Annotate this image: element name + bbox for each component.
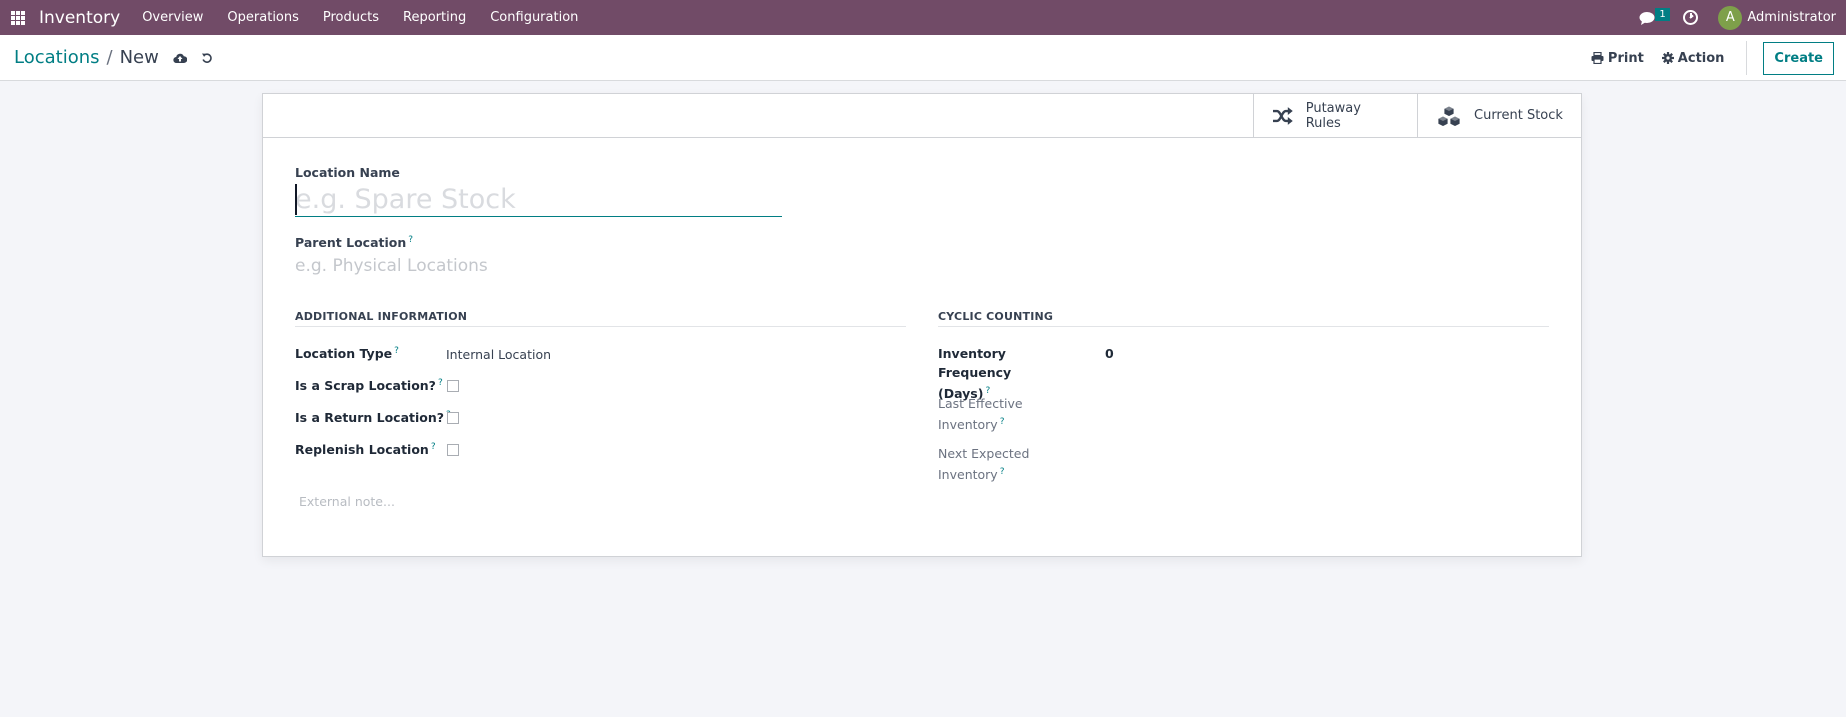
putaway-rules-button[interactable]: Putaway Rules bbox=[1253, 94, 1417, 137]
print-label: Print bbox=[1607, 50, 1644, 66]
cubes-icon bbox=[1437, 105, 1461, 127]
breadcrumb-separator: / bbox=[106, 47, 113, 68]
location-type-label-text: Location Type bbox=[295, 346, 393, 362]
help-icon[interactable]: ? bbox=[408, 235, 413, 245]
replenish-location-label: Replenish Location? bbox=[295, 442, 436, 457]
parent-location-input[interactable] bbox=[295, 254, 782, 278]
breadcrumb-locations[interactable]: Locations bbox=[14, 47, 100, 68]
menu-products[interactable]: Products bbox=[311, 10, 391, 25]
chat-badge: 1 bbox=[1655, 7, 1670, 21]
help-icon[interactable]: ? bbox=[438, 378, 443, 388]
current-stock-label: Current Stock bbox=[1474, 108, 1563, 123]
text-caret bbox=[295, 184, 297, 215]
breadcrumb: Locations / New bbox=[14, 47, 213, 68]
scrap-location-label: Is a Scrap Location?? bbox=[295, 378, 443, 393]
next-expected-inventory-label: Next Expected Inventory? bbox=[938, 444, 1078, 484]
location-name-label: Location Name bbox=[295, 165, 400, 180]
inventory-frequency-input[interactable]: 0 bbox=[1105, 346, 1114, 361]
next-expected-inventory-line1: Next Expected bbox=[938, 446, 1030, 461]
print-button[interactable]: Print bbox=[1591, 51, 1644, 66]
replenish-location-checkbox[interactable] bbox=[447, 444, 459, 456]
gear-icon bbox=[1661, 52, 1674, 64]
inventory-frequency-label-line1: Inventory Frequency bbox=[938, 346, 1012, 380]
apps-menu-icon[interactable] bbox=[11, 10, 25, 25]
location-name-input[interactable] bbox=[295, 182, 782, 217]
toolbar-divider bbox=[1746, 41, 1748, 75]
menu-overview[interactable]: Overview bbox=[130, 10, 215, 25]
breadcrumb-current: New bbox=[119, 47, 159, 68]
messaging-button[interactable]: 1 bbox=[1639, 7, 1670, 28]
last-effective-inventory-line1: Last Effective bbox=[938, 396, 1023, 411]
additional-information-title: ADDITIONAL INFORMATION bbox=[295, 310, 468, 323]
form-sheet: Putaway Rules Current Stock Location Nam… bbox=[262, 93, 1582, 557]
parent-location-label-text: Parent Location bbox=[295, 235, 407, 251]
next-expected-inventory-line2: Inventory bbox=[938, 467, 998, 483]
control-panel-actions: Print Action Create bbox=[1591, 35, 1846, 81]
replenish-location-label-text: Replenish Location bbox=[295, 442, 429, 458]
navbar-systray: 1 A Administrator bbox=[1639, 0, 1836, 35]
location-type-select[interactable]: Internal Location bbox=[446, 347, 551, 362]
last-effective-inventory-label: Last Effective Inventory? bbox=[938, 394, 1078, 434]
cyclic-counting-title: CYCLIC COUNTING bbox=[938, 310, 1054, 323]
shuffle-icon bbox=[1272, 106, 1293, 125]
smart-button-box: Putaway Rules Current Stock bbox=[263, 94, 1581, 138]
help-icon[interactable]: ? bbox=[1000, 417, 1005, 427]
group-divider bbox=[295, 326, 906, 327]
help-icon[interactable]: ? bbox=[1000, 467, 1005, 477]
action-label: Action bbox=[1677, 50, 1725, 66]
menu-reporting[interactable]: Reporting bbox=[391, 10, 478, 25]
parent-location-label: Parent Location? bbox=[295, 235, 413, 250]
save-cloud-icon[interactable] bbox=[173, 52, 187, 64]
help-icon[interactable]: ? bbox=[431, 442, 436, 452]
return-location-checkbox[interactable] bbox=[447, 412, 459, 424]
create-button[interactable]: Create bbox=[1763, 41, 1834, 75]
help-icon[interactable]: ? bbox=[394, 346, 399, 356]
top-navbar: Inventory Overview Operations Products R… bbox=[0, 0, 1846, 35]
printer-icon bbox=[1591, 52, 1604, 64]
menu-operations[interactable]: Operations bbox=[215, 10, 310, 25]
activity-clock-icon[interactable] bbox=[1683, 10, 1699, 25]
app-name[interactable]: Inventory bbox=[39, 8, 120, 28]
scrap-location-checkbox[interactable] bbox=[447, 380, 459, 392]
discard-undo-icon[interactable] bbox=[201, 52, 213, 64]
location-type-label: Location Type? bbox=[295, 346, 399, 361]
return-location-label: Is a Return Location?? bbox=[295, 410, 451, 425]
return-location-label-text: Is a Return Location? bbox=[295, 410, 445, 426]
user-name[interactable]: Administrator bbox=[1747, 10, 1836, 25]
scrap-location-label-text: Is a Scrap Location? bbox=[295, 378, 436, 394]
control-panel: Locations / New Print Action Create bbox=[0, 35, 1846, 81]
action-button[interactable]: Action bbox=[1661, 50, 1725, 66]
last-effective-inventory-line2: Inventory bbox=[938, 417, 998, 433]
current-stock-button[interactable]: Current Stock bbox=[1417, 94, 1581, 137]
putaway-rules-label: Putaway Rules bbox=[1305, 100, 1361, 131]
menu-configuration[interactable]: Configuration bbox=[478, 10, 590, 25]
external-note-input[interactable]: External note... bbox=[299, 494, 395, 509]
group-divider bbox=[938, 326, 1549, 327]
avatar[interactable]: A bbox=[1718, 5, 1743, 30]
